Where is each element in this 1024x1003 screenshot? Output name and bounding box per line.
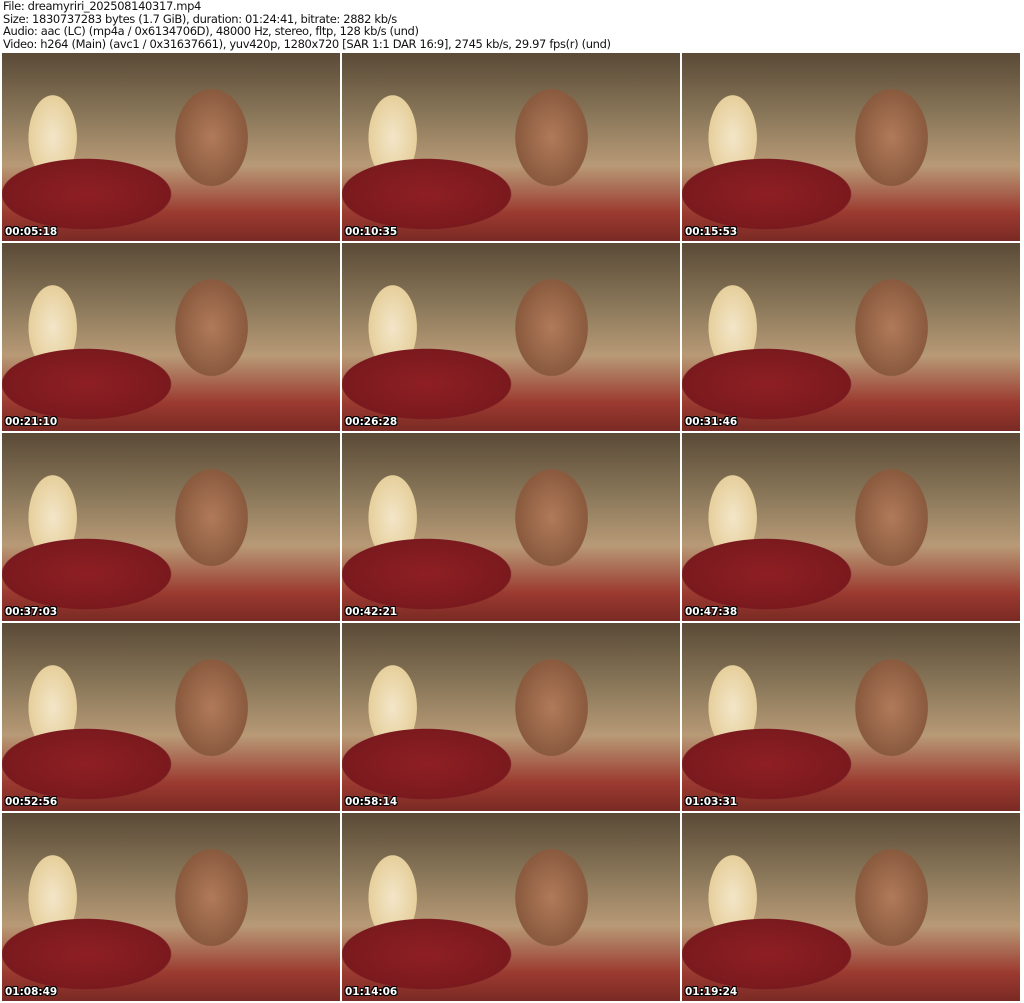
video-info: Video: h264 (Main) (avc1 / 0x31637661), …: [3, 36, 611, 51]
video-thumbnail: 00:21:10: [2, 243, 340, 431]
video-thumbnail: 00:10:35: [342, 53, 680, 241]
video-thumbnail: 01:03:31: [682, 623, 1020, 811]
audio-info: Audio: aac (LC) (mp4a / 0x6134706D), 480…: [3, 24, 419, 39]
thumbnail-timestamp: 00:31:46: [685, 416, 738, 428]
video-thumbnail: 00:26:28: [342, 243, 680, 431]
video-thumbnail: 00:47:38: [682, 433, 1020, 621]
thumbnail-timestamp: 00:42:21: [345, 606, 398, 618]
file-name: File: dreamyriri_202508140317.mp4: [3, 0, 201, 13]
thumbnail-timestamp: 01:08:49: [5, 986, 58, 998]
thumbnail-timestamp: 00:10:35: [345, 226, 398, 238]
thumbnail-timestamp: 00:52:56: [5, 796, 58, 808]
video-thumbnail: 00:37:03: [2, 433, 340, 621]
thumbnail-timestamp: 01:19:24: [685, 986, 738, 998]
thumbnail-timestamp: 00:47:38: [685, 606, 738, 618]
video-thumbnail: 01:14:06: [342, 813, 680, 1001]
video-thumbnail: 00:05:18: [2, 53, 340, 241]
video-thumbnail: 00:15:53: [682, 53, 1020, 241]
video-thumbnail: 01:08:49: [2, 813, 340, 1001]
thumbnail-timestamp: 00:05:18: [5, 226, 58, 238]
thumbnail-grid: 00:05:18 00:10:35 00:15:53 00:21:10 00:26:28…: [2, 53, 1020, 1001]
thumbnail-timestamp: 00:21:10: [5, 416, 58, 428]
video-thumbnail: 01:19:24: [682, 813, 1020, 1001]
thumbnail-timestamp: 01:14:06: [345, 986, 398, 998]
video-thumbnail: 00:58:14: [342, 623, 680, 811]
thumbnail-timestamp: 01:03:31: [685, 796, 738, 808]
video-thumbnail: 00:31:46: [682, 243, 1020, 431]
thumbnail-timestamp: 00:37:03: [5, 606, 58, 618]
file-info-header: File: dreamyriri_202508140317.mp4 Size: …: [3, 0, 611, 50]
thumbnail-timestamp: 00:15:53: [685, 226, 738, 238]
thumbnail-timestamp: 00:26:28: [345, 416, 398, 428]
thumbnail-timestamp: 00:58:14: [345, 796, 398, 808]
video-thumbnail: 00:42:21: [342, 433, 680, 621]
video-thumbnail: 00:52:56: [2, 623, 340, 811]
